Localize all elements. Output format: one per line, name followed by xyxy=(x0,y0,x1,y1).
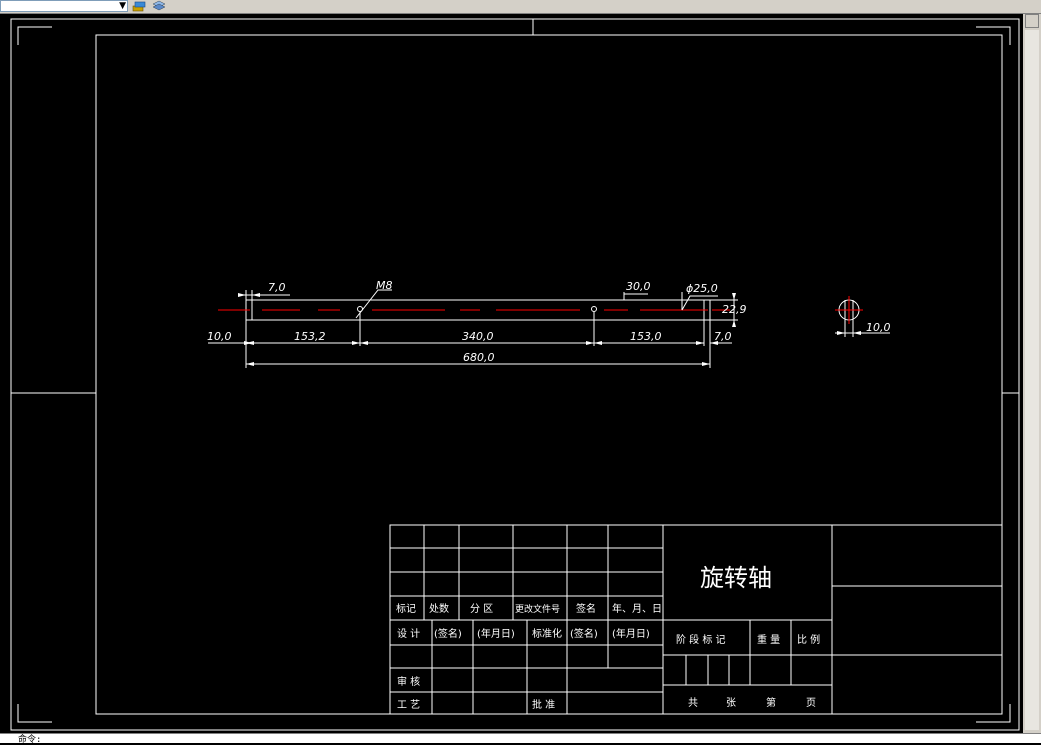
toolbar: ▼ xyxy=(0,0,1041,14)
label-weight: 重 量 xyxy=(757,633,780,646)
label-total: 共 xyxy=(688,697,698,709)
chevron-down-icon[interactable]: ▼ xyxy=(119,1,126,11)
dim-7-0-right: 7,0 xyxy=(714,330,732,343)
label-approve: 批 准 xyxy=(532,698,555,711)
command-line[interactable]: 命令: xyxy=(0,733,1041,745)
label-standard-date: (年月日) xyxy=(612,627,650,640)
dim-22-9: 22,9 xyxy=(722,303,747,316)
label-stage: 阶 段 标 记 xyxy=(676,633,726,646)
layer-dropdown[interactable]: ▼ xyxy=(0,0,128,12)
hole-right xyxy=(591,306,597,312)
drawing-canvas[interactable]: 7,0 M8 30,0 ϕ25,0 22,9 10,0 153,2 340,0 … xyxy=(0,14,1041,733)
label-review: 审 核 xyxy=(397,675,420,688)
label-standardization: 标准化 xyxy=(532,627,562,640)
label-design-sign: (签名) xyxy=(434,627,462,640)
dim-m8: M8 xyxy=(376,279,393,292)
dim-phi-25-0: ϕ25,0 xyxy=(686,282,718,295)
layers-icon[interactable] xyxy=(152,0,166,12)
label-zone: 分 区 xyxy=(470,603,493,615)
dim-30-0: 30,0 xyxy=(626,280,651,293)
label-count: 处数 xyxy=(429,602,449,615)
label-change-doc: 更改文件号 xyxy=(515,603,560,615)
command-line-text: 命令: xyxy=(18,735,42,745)
scroll-track[interactable] xyxy=(1025,30,1039,730)
dim-10-0-left: 10,0 xyxy=(207,330,232,343)
label-nth: 第 xyxy=(766,696,776,709)
dim-680-0: 680,0 xyxy=(463,351,495,364)
dim-153-0: 153,0 xyxy=(630,330,662,343)
label-mark: 标记 xyxy=(396,603,416,615)
dim-10-0-section: 10,0 xyxy=(866,321,891,334)
sheet-border xyxy=(10,18,1020,731)
label-sheets: 张 xyxy=(726,697,736,709)
label-page: 页 xyxy=(806,697,816,709)
dim-7-0-left: 7,0 xyxy=(268,281,286,294)
part-name: 旋转轴 xyxy=(700,564,772,592)
layer-state-icon[interactable] xyxy=(132,0,146,12)
label-design: 设 计 xyxy=(397,627,420,640)
vertical-scrollbar[interactable] xyxy=(1023,14,1041,733)
label-design-date: (年月日) xyxy=(477,627,515,640)
scroll-up-button[interactable] xyxy=(1025,14,1039,28)
label-date: 年、月、日 xyxy=(612,602,662,615)
dim-153-2: 153,2 xyxy=(294,330,326,343)
title-block-grid xyxy=(389,524,1003,715)
label-scale: 比 例 xyxy=(797,633,820,646)
label-sign: 签名 xyxy=(576,602,596,615)
dim-340-0: 340,0 xyxy=(462,330,494,343)
label-process: 工 艺 xyxy=(397,699,420,711)
label-standard-sign: (签名) xyxy=(570,627,598,640)
